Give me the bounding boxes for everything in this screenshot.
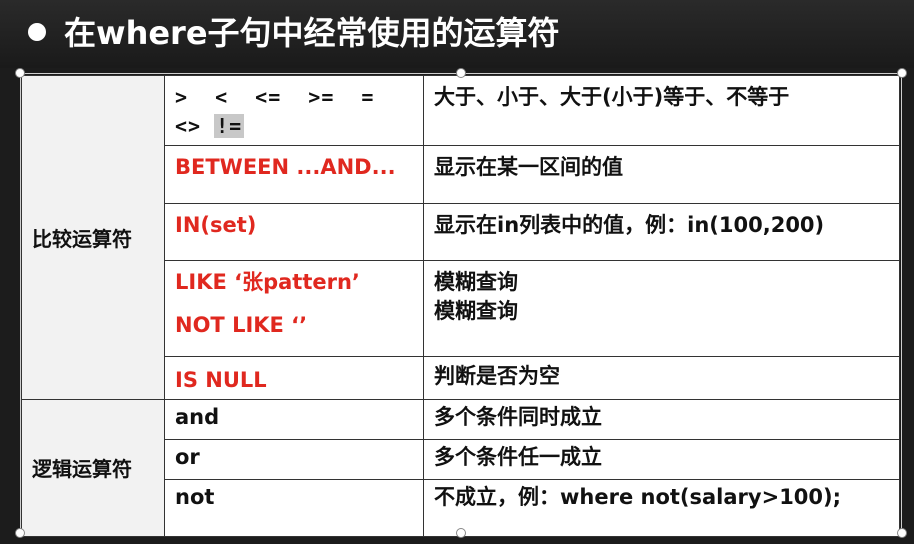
operator-line: > < <= >= = — [175, 85, 375, 109]
operator-cell: BETWEEN ...AND... — [164, 145, 424, 204]
description-cell: 不成立，例：where not(salary>100); — [423, 479, 900, 537]
description-cell: 大于、小于、大于(小于)等于、不等于 — [423, 75, 900, 146]
operator-line: NOT LIKE ‘’ — [175, 313, 308, 337]
description-cell: 多个条件任一成立 — [423, 439, 900, 480]
bullet-icon — [28, 23, 46, 41]
category-comparison: 比较运算符 — [21, 75, 165, 400]
operator-cell: > < <= >= = <> != — [164, 75, 424, 146]
title-bar: 在where子句中经常使用的运算符 — [0, 0, 914, 68]
description-line: 模糊查询 — [434, 299, 518, 323]
table-row: 逻辑运算符 and 多个条件同时成立 — [21, 399, 900, 537]
description-cell: 多个条件同时成立 — [423, 399, 900, 440]
operators-table: 比较运算符 > < <= >= = <> != 大于、小于、大于(小于)等于、不… — [21, 75, 900, 537]
operator-line: <> — [175, 114, 215, 138]
description-cell: 模糊查询 模糊查询 — [423, 260, 900, 357]
resize-handle-bottom-left[interactable] — [15, 528, 25, 538]
operator-cell: IN(set) — [164, 203, 424, 261]
table-row: 比较运算符 > < <= >= = <> != 大于、小于、大于(小于)等于、不… — [21, 75, 900, 400]
description-cell: 显示在某一区间的值 — [423, 145, 900, 204]
resize-handle-top-right[interactable] — [897, 68, 907, 78]
operator-cell: not — [164, 479, 424, 537]
description-cell: 判断是否为空 — [423, 356, 900, 400]
operator-cell: and — [164, 399, 424, 440]
operator-cell: LIKE ‘张pattern’ NOT LIKE ‘’ — [164, 260, 424, 357]
category-logical: 逻辑运算符 — [21, 399, 165, 537]
resize-handle-top-left[interactable] — [15, 68, 25, 78]
operator-cell: IS NULL — [164, 356, 424, 400]
operator-cell: or — [164, 439, 424, 480]
resize-handle-top[interactable] — [456, 68, 466, 78]
description-cell: 显示在in列表中的值，例：in(100,200) — [423, 203, 900, 261]
resize-handle-bottom-right[interactable] — [897, 528, 907, 538]
slide-title: 在where子句中经常使用的运算符 — [64, 14, 560, 52]
description-line: 模糊查询 — [434, 270, 518, 294]
resize-handle-bottom[interactable] — [456, 528, 466, 538]
highlighted-operator: != — [214, 114, 245, 138]
operator-line: LIKE ‘张pattern’ — [175, 270, 360, 294]
